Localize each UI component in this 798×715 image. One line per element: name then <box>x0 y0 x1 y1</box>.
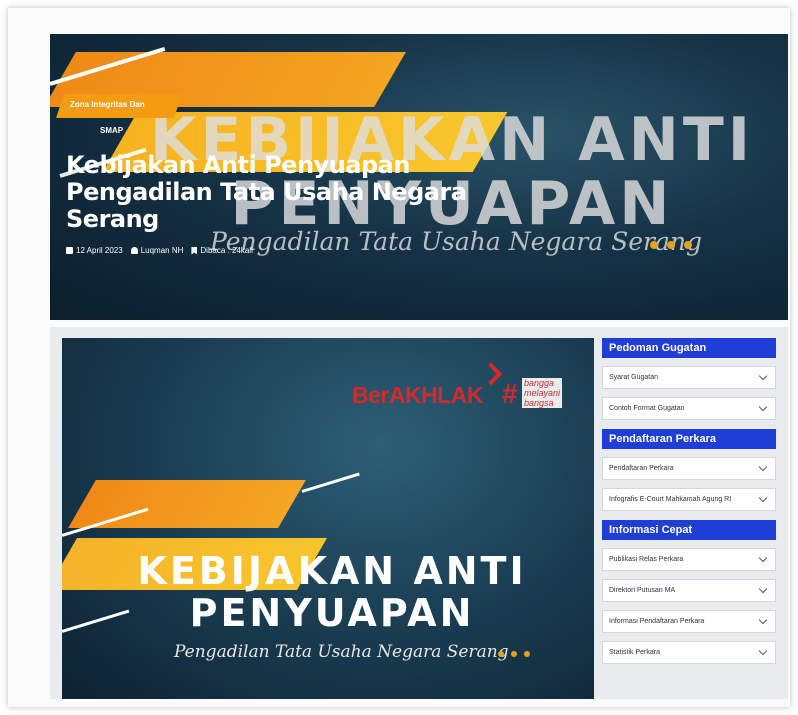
chevron-down-icon[interactable] <box>758 462 768 472</box>
widget-title: Pendaftaran Perkara <box>602 429 776 449</box>
post-views: Dibaca : 24kali <box>191 246 253 255</box>
post-date-text: 12 April 2023 <box>76 246 123 255</box>
hashtag-icon: # <box>502 378 518 409</box>
widget-informasi-cepat: Informasi Cepat Publikasi Relas Perkara … <box>602 520 776 664</box>
accordion-label[interactable]: Informasi Pendaftaran Perkara <box>609 618 704 625</box>
post-author[interactable]: Luqman NH <box>130 246 184 255</box>
accordion-item[interactable]: Statistik Perkara <box>602 641 776 664</box>
category-label[interactable]: SMAP <box>100 126 123 135</box>
banner-title: KEBIJAKAN ANTI PENYUAPAN <box>92 550 572 634</box>
widget-title: Pedoman Gugatan <box>602 338 776 358</box>
category-label[interactable]: Zona Integritas Dan <box>70 100 145 109</box>
accordion-label[interactable]: Pendaftaran Perkara <box>609 465 674 472</box>
accordion-label[interactable]: Statistik Perkara <box>609 649 660 656</box>
banner-title-line: KEBIJAKAN ANTI <box>137 549 527 593</box>
decor-dots <box>498 651 530 657</box>
berakhlak-logo: BerAKHLAK <box>352 382 483 408</box>
accordion-label[interactable]: Syarat Gugatan <box>609 374 658 381</box>
calendar-icon <box>66 247 73 254</box>
accordion-item[interactable]: Pendaftaran Perkara <box>602 457 776 480</box>
chevron-down-icon[interactable] <box>758 584 768 594</box>
accordion-item[interactable]: Infografis E-Court Mahkamah Agung RI <box>602 488 776 511</box>
accordion-item[interactable]: Syarat Gugatan <box>602 366 776 389</box>
chevron-down-icon[interactable] <box>758 402 768 412</box>
decor-dots <box>650 241 692 249</box>
post-title[interactable]: Kebijakan Anti Penyuapan Pengadilan Tata… <box>66 152 486 233</box>
chevron-down-icon[interactable] <box>758 371 768 381</box>
accordion-label[interactable]: Contoh Format Gugatan <box>609 405 685 412</box>
featured-banner: BerAKHLAK # bangga melayani bangsa KEBIJ… <box>62 338 594 699</box>
post-views-text: Dibaca : 24kali <box>200 246 253 255</box>
logo-chevron-icon <box>479 362 503 386</box>
hashtag-logo: # bangga melayani bangsa <box>502 374 572 414</box>
widget-title: Informasi Cepat <box>602 520 776 540</box>
chevron-down-icon[interactable] <box>758 493 768 503</box>
accordion-item[interactable]: Direktori Putusan MA <box>602 579 776 602</box>
chevron-down-icon[interactable] <box>758 646 768 656</box>
hashtag-word: melayani <box>524 388 561 398</box>
widget-pedoman-gugatan: Pedoman Gugatan Syarat Gugatan Contoh Fo… <box>602 338 776 420</box>
sidebar: Pedoman Gugatan Syarat Gugatan Contoh Fo… <box>602 338 776 673</box>
hashtag-word: bangsa <box>524 398 554 408</box>
post-date: 12 April 2023 <box>66 246 123 255</box>
hashtag-words: bangga melayani bangsa <box>522 378 563 408</box>
accordion-label[interactable]: Direktori Putusan MA <box>609 587 675 594</box>
chevron-down-icon[interactable] <box>758 553 768 563</box>
banner-title-line: PENYUAPAN <box>189 591 475 635</box>
banner-subtitle: Pengadilan Tata Usaha Negara Serang <box>174 642 509 662</box>
decor-line <box>301 472 360 493</box>
post-meta: 12 April 2023 Luqman NH Dibaca : 24kali <box>66 246 261 255</box>
accordion-label[interactable]: Publikasi Relas Perkara <box>609 556 683 563</box>
accordion-item[interactable]: Publikasi Relas Perkara <box>602 548 776 571</box>
accordion-item[interactable]: Informasi Pendaftaran Perkara <box>602 610 776 633</box>
hashtag-word: bangga <box>524 378 555 388</box>
chevron-down-icon[interactable] <box>758 615 768 625</box>
accordion-item[interactable]: Contoh Format Gugatan <box>602 397 776 420</box>
accordion-label[interactable]: Infografis E-Court Mahkamah Agung RI <box>609 496 731 503</box>
user-icon <box>130 247 138 254</box>
bookmark-icon <box>191 246 198 255</box>
widget-pendaftaran-perkara: Pendaftaran Perkara Pendaftaran Perkara … <box>602 429 776 511</box>
post-author-text[interactable]: Luqman NH <box>141 246 184 255</box>
